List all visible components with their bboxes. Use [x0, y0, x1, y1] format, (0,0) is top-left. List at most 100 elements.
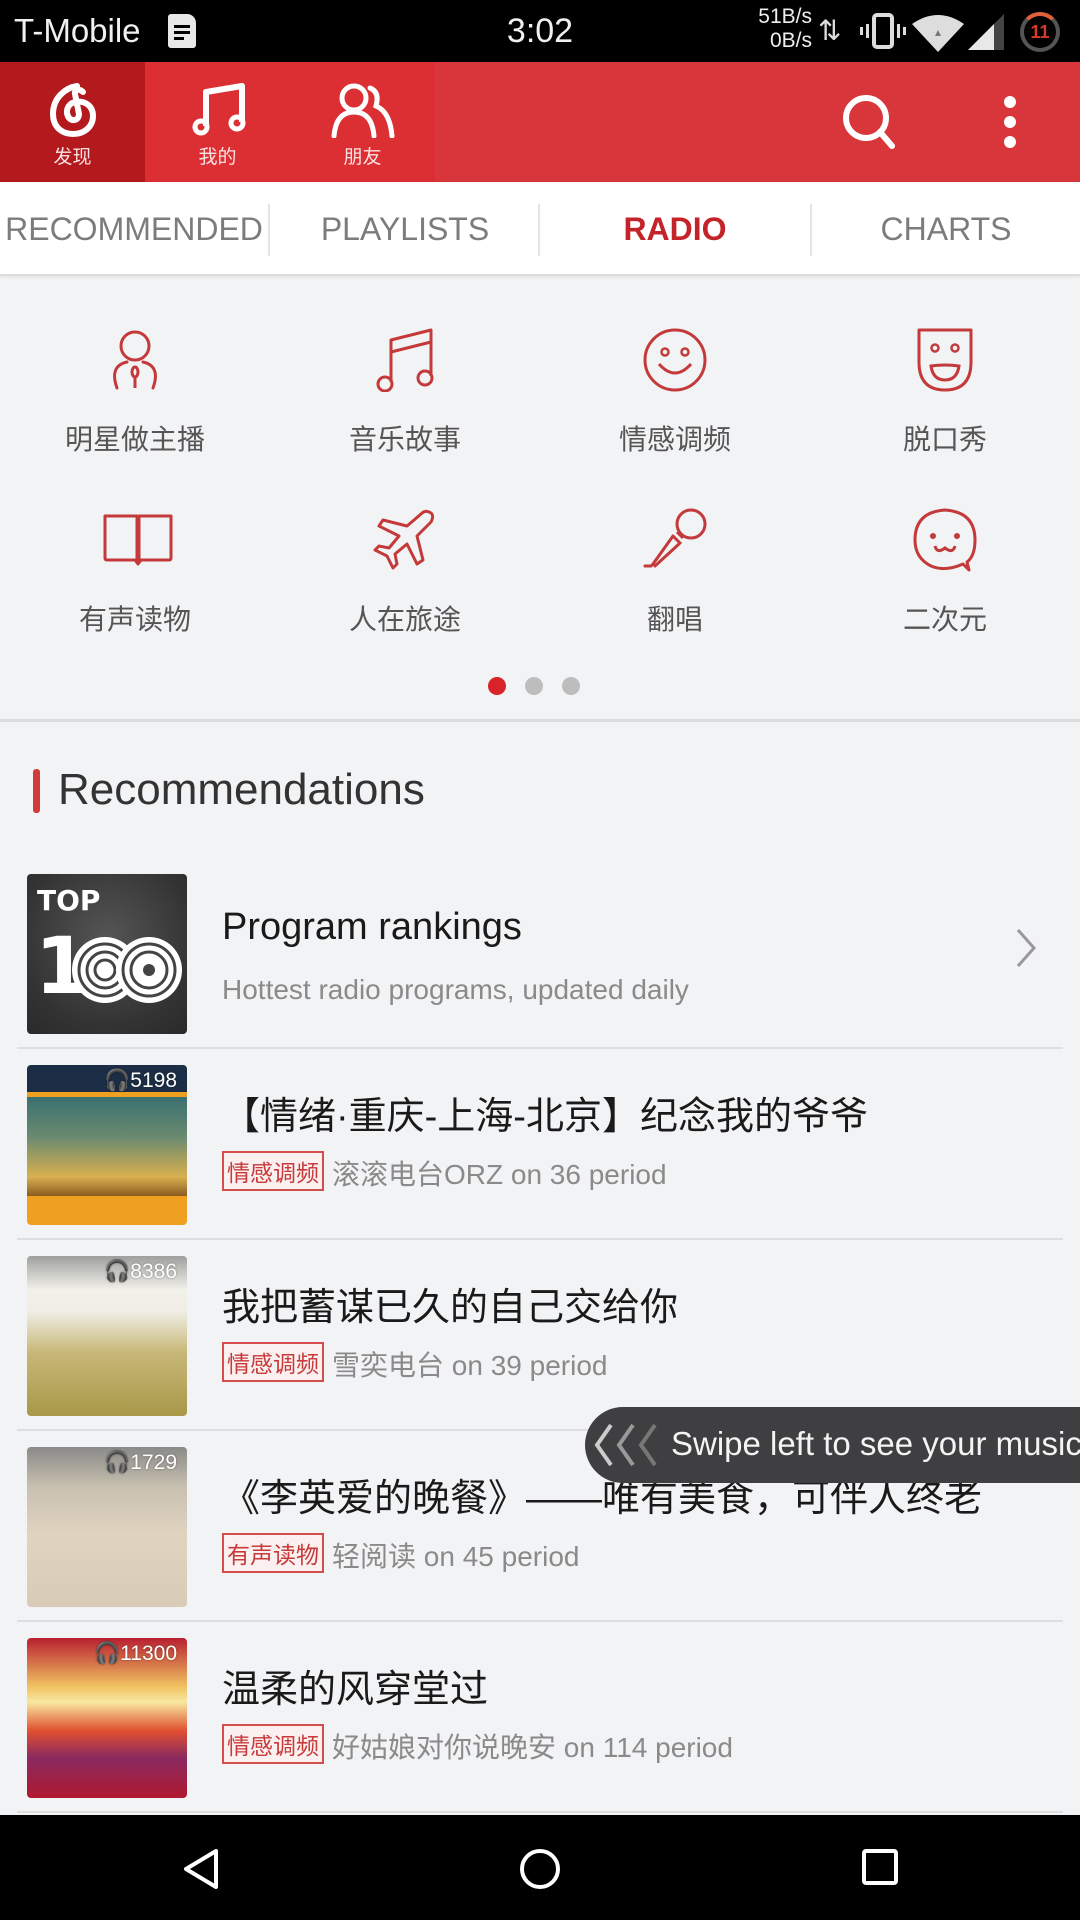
program-row[interactable]: 🎧8386 我把蓄谋已久的自己交给你 情感调频 雪奕电台 on 39 period — [0, 1240, 1080, 1431]
app-bar: 发现 我的 朋友 — [0, 62, 1080, 182]
play-count: 🎧1729 — [104, 1451, 177, 1474]
recents-icon[interactable] — [860, 1847, 900, 1887]
play-count: 🎧8386 — [104, 1260, 177, 1283]
program-row[interactable]: 🎧11300 温柔的风穿堂过 情感调频 好姑娘对你说晚安 on 114 perio… — [0, 1622, 1080, 1813]
tab-my-music[interactable]: 我的 — [145, 62, 290, 182]
program-row[interactable]: 🎧5198 【情绪·重庆-上海-北京】纪念我的爷爷 情感调频 滚滚电台ORZ on… — [0, 1049, 1080, 1240]
category-star-host[interactable]: 明星做主播 — [0, 328, 270, 488]
airplane-icon — [373, 509, 435, 570]
battery-circle-icon: 11 — [1020, 12, 1060, 52]
home-icon[interactable] — [518, 1847, 562, 1891]
system-nav-bar — [0, 1815, 1080, 1920]
microphone-icon — [643, 508, 707, 568]
radio-sub-tabs: RECOMMENDED PLAYLISTS RADIO CHARTS — [0, 182, 1080, 276]
top100-thumbnail: TOP 1 — [27, 874, 187, 1034]
category-tag: 情感调频 — [222, 1724, 324, 1764]
category-label: 翻唱 — [646, 604, 703, 635]
headphones-icon: 🎧 — [104, 1069, 131, 1092]
book-icon — [103, 514, 173, 566]
subtab-playlists[interactable]: PLAYLISTS — [270, 182, 540, 276]
tab-discover[interactable]: 发现 — [0, 62, 145, 182]
anime-face-icon — [913, 508, 977, 572]
row-subtitle: 有声读物 轻阅读 on 45 period — [222, 1533, 579, 1575]
tab-friends[interactable]: 朋友 — [290, 62, 435, 182]
row-title: 我把蓄谋已久的自己交给你 — [222, 1287, 679, 1329]
host-icon — [113, 330, 157, 390]
section-divider — [0, 719, 1080, 722]
status-bar: T-Mobile 3:02 51B/s 0B/s ⇅ 11 — [0, 0, 1080, 62]
section-accent-bar — [33, 769, 40, 813]
data-arrows-icon: ⇅ — [818, 15, 842, 46]
top-label: TOP — [37, 884, 101, 917]
category-tag: 情感调频 — [222, 1151, 324, 1191]
vinyl-records-icon — [72, 937, 182, 1003]
tab-my-music-label: 我的 — [198, 147, 237, 168]
vibrate-icon — [860, 13, 906, 49]
toast-text: Swipe left to see your music — [671, 1425, 1080, 1462]
mask-icon — [917, 328, 973, 392]
category-emotion[interactable]: 情感调频 — [540, 328, 810, 488]
row-subtitle: 情感调频 雪奕电台 on 39 period — [222, 1342, 607, 1384]
category-label: 人在旅途 — [348, 604, 461, 635]
row-divider — [17, 1811, 1063, 1813]
row-title: 温柔的风穿堂过 — [222, 1669, 489, 1711]
swipe-chevrons-icon — [594, 1423, 657, 1467]
program-thumbnail: 🎧8386 — [27, 1256, 187, 1416]
more-vert-icon[interactable] — [996, 96, 1024, 148]
cell-signal-icon — [968, 14, 1004, 50]
category-tag: 情感调频 — [222, 1342, 324, 1382]
page-dot-active[interactable] — [488, 677, 506, 695]
category-music-story[interactable]: 音乐故事 — [270, 328, 540, 488]
program-thumbnail: 🎧1729 — [27, 1447, 187, 1607]
row-subtitle: Hottest radio programs, updated daily — [222, 974, 689, 1005]
page-indicator — [0, 677, 1080, 697]
chevron-right-icon — [1016, 929, 1037, 967]
headphones-icon: 🎧 — [104, 1451, 131, 1474]
row-title: 【情绪·重庆-上海-北京】纪念我的爷爷 — [222, 1096, 868, 1138]
row-subtitle: 情感调频 好姑娘对你说晚安 on 114 period — [222, 1724, 733, 1766]
row-subtitle: 情感调频 滚滚电台ORZ on 36 period — [222, 1151, 667, 1193]
program-source: 轻阅读 on 45 period — [332, 1541, 580, 1572]
page-dot[interactable] — [525, 677, 543, 695]
subtab-charts[interactable]: CHARTS — [812, 182, 1080, 276]
headphones-icon: 🎧 — [94, 1642, 121, 1665]
row-title: Program rankings — [222, 906, 522, 948]
tab-friends-label: 朋友 — [343, 147, 382, 168]
category-cover-songs[interactable]: 翻唱 — [540, 508, 810, 668]
tab-discover-label: 发现 — [53, 147, 92, 168]
category-anime[interactable]: 二次元 — [810, 508, 1080, 668]
category-audiobook[interactable]: 有声读物 — [0, 508, 270, 668]
category-label: 明星做主播 — [64, 424, 205, 455]
swipe-hint-toast[interactable]: Swipe left to see your music — [585, 1407, 1080, 1483]
category-label: 脱口秀 — [902, 424, 987, 455]
category-label: 二次元 — [902, 604, 987, 635]
category-label: 情感调频 — [618, 424, 731, 455]
program-rankings-row[interactable]: TOP 1 Program rankings Hottest radio pro… — [0, 858, 1080, 1049]
back-icon[interactable] — [180, 1847, 220, 1891]
category-travel[interactable]: 人在旅途 — [270, 508, 540, 668]
section-title: Recommendations — [58, 765, 425, 814]
music-note-icon — [192, 83, 246, 136]
wifi-icon — [912, 15, 964, 52]
category-label: 有声读物 — [78, 604, 191, 635]
friends-icon — [331, 83, 395, 138]
category-label: 音乐故事 — [348, 424, 461, 455]
search-icon[interactable] — [840, 94, 900, 150]
subtab-recommended[interactable]: RECOMMENDED — [0, 182, 268, 276]
page-dot[interactable] — [562, 677, 580, 695]
netease-logo-icon — [49, 83, 97, 138]
program-thumbnail: 🎧11300 — [27, 1638, 187, 1798]
program-source: 滚滚电台ORZ on 36 period — [332, 1159, 667, 1190]
program-source: 雪奕电台 on 39 period — [332, 1350, 608, 1381]
network-speed: 51B/s 0B/s — [748, 5, 812, 53]
headphones-icon: 🎧 — [104, 1260, 131, 1283]
category-tag: 有声读物 — [222, 1533, 324, 1573]
music-note-icon — [376, 328, 434, 392]
play-count: 🎧5198 — [104, 1069, 177, 1092]
net-down: 0B/s — [769, 29, 812, 52]
smiley-icon — [643, 328, 707, 392]
subtab-radio[interactable]: RADIO — [540, 182, 810, 276]
net-up: 51B/s — [758, 5, 812, 28]
category-talk-show[interactable]: 脱口秀 — [810, 328, 1080, 488]
play-count: 🎧11300 — [94, 1642, 177, 1665]
